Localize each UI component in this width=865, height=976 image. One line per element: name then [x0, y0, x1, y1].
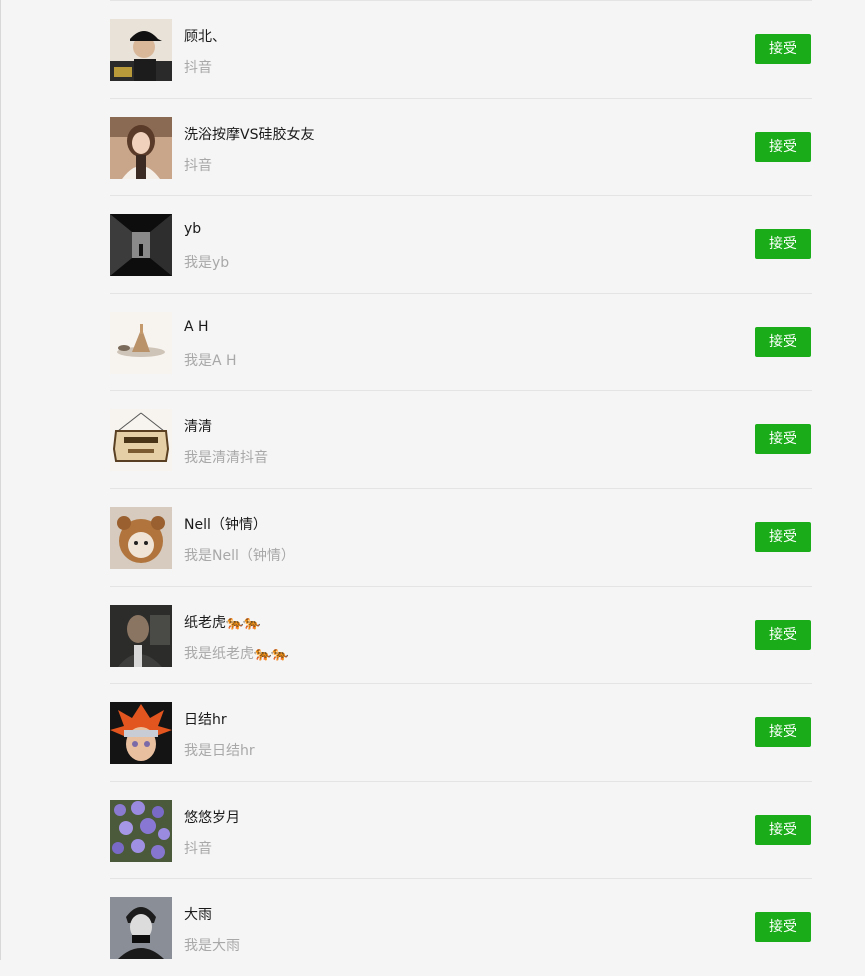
requester-name: 清清 [184, 419, 212, 436]
avatar-man-cap-icon[interactable] [110, 19, 172, 81]
list-item[interactable]: A H 我是A H 接受 [110, 292, 812, 391]
requester-name: 日结hr [184, 712, 227, 729]
request-message: 我是Nell（钟情） [184, 547, 295, 564]
list-item[interactable]: Nell（钟情） 我是Nell（钟情） 接受 [110, 487, 812, 586]
accept-button[interactable]: 接受 [755, 521, 811, 552]
request-message: 我是大雨 [184, 938, 240, 955]
request-message: 我是A H [184, 352, 237, 369]
accept-button[interactable]: 接受 [755, 424, 811, 455]
accept-button[interactable]: 接受 [755, 619, 811, 650]
left-border [0, 0, 1, 960]
requester-name: yb [184, 221, 202, 238]
request-message: 我是清清抖音 [184, 450, 268, 467]
list-item[interactable]: 纸老虎🐅🐅 我是纸老虎🐅🐅 接受 [110, 585, 812, 684]
request-message: 抖音 [184, 840, 212, 857]
list-item[interactable]: 悠悠岁月 抖音 接受 [110, 780, 812, 879]
avatar-anime-icon[interactable] [110, 702, 172, 765]
avatar-kitten-icon[interactable] [110, 506, 172, 569]
requester-name: 纸老虎🐅🐅 [184, 614, 261, 631]
request-message: 抖音 [184, 60, 212, 76]
list-item[interactable]: 洗浴按摩VS硅胶女友 抖音 接受 [110, 97, 812, 196]
avatar-corridor-icon[interactable] [110, 214, 172, 277]
requester-name: A H [184, 318, 209, 335]
avatar-woman-icon[interactable] [110, 116, 172, 179]
avatar-flowers-icon[interactable] [110, 799, 172, 862]
accept-button[interactable]: 接受 [755, 229, 811, 260]
avatar-sketch-icon[interactable] [110, 897, 172, 960]
avatar-sign-icon[interactable] [110, 409, 172, 472]
list-item[interactable]: 日结hr 我是日结hr 接受 [110, 683, 812, 781]
accept-button[interactable]: 接受 [755, 131, 811, 162]
request-message: 我是纸老虎🐅🐅 [184, 645, 289, 662]
list-item[interactable]: yb 我是yb 接受 [110, 195, 812, 293]
requester-name: Nell（钟情） [184, 516, 267, 533]
avatar-man-suit-icon[interactable] [110, 604, 172, 667]
list-item[interactable]: 清清 我是清清抖音 接受 [110, 390, 812, 488]
request-message: 我是yb [184, 255, 230, 272]
friend-request-list: 顾北、 抖音 接受 洗浴按摩VS硅胶女友 抖音 接受 yb 我是yb 接受 A … [110, 0, 812, 976]
list-item[interactable]: 顾北、 抖音 接受 [110, 0, 812, 98]
requester-name: 大雨 [184, 907, 212, 924]
requester-name: 洗浴按摩VS硅胶女友 [184, 126, 315, 143]
request-message: 抖音 [184, 157, 212, 174]
accept-button[interactable]: 接受 [755, 326, 811, 357]
requester-name: 悠悠岁月 [184, 809, 240, 826]
request-message: 我是日结hr [184, 743, 255, 760]
list-item[interactable]: 大雨 我是大雨 接受 [110, 878, 812, 976]
accept-button[interactable]: 接受 [755, 912, 811, 943]
accept-button[interactable]: 接受 [755, 34, 811, 64]
avatar-landscape-icon[interactable] [110, 311, 172, 374]
accept-button[interactable]: 接受 [755, 717, 811, 748]
requester-name: 顾北、 [184, 29, 226, 45]
accept-button[interactable]: 接受 [755, 814, 811, 845]
